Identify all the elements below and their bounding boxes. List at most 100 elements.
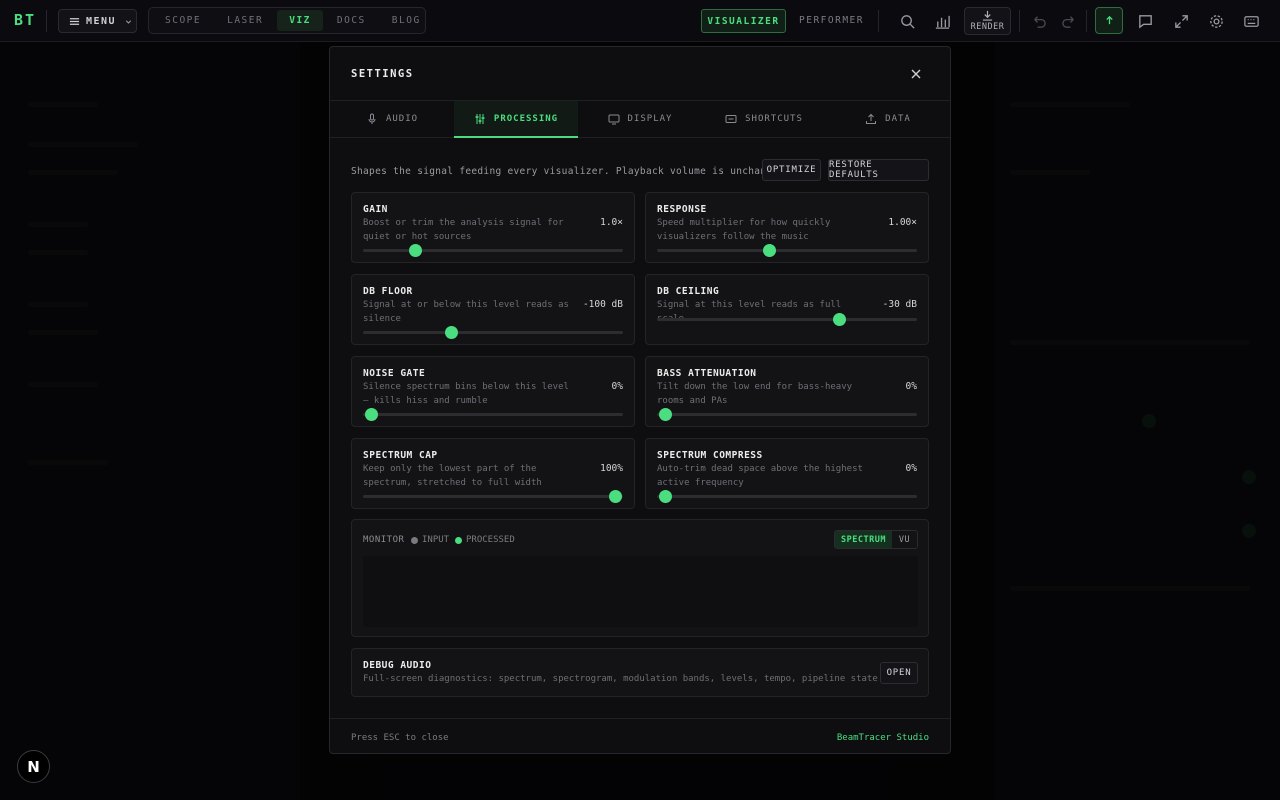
menu-button[interactable]: MENU — [58, 9, 137, 33]
redo-icon[interactable] — [1059, 11, 1079, 31]
control-value: 0% — [905, 381, 917, 392]
optimize-button[interactable]: OPTIMIZE — [762, 159, 821, 181]
upload-icon — [866, 113, 877, 124]
control-title: NOISE GATE — [363, 368, 426, 379]
tab-display[interactable]: DISPLAY — [578, 101, 702, 137]
settings-modal: SETTINGS AUDIO PROCESSING DISPLAY SHORTC… — [329, 46, 951, 754]
control-value: -30 dB — [882, 299, 917, 310]
control-title: DB FLOOR — [363, 286, 413, 297]
spectrum-cap-control: SPECTRUM CAP Keep only the lowest part o… — [351, 438, 635, 509]
modal-title: SETTINGS — [351, 68, 414, 80]
slider-thumb[interactable] — [833, 313, 846, 326]
debug-audio-panel: DEBUG AUDIO Full-screen diagnostics: spe… — [351, 648, 929, 697]
control-value: 0% — [611, 381, 623, 392]
monitor-icon — [608, 114, 620, 125]
response-control: RESPONSE Speed multiplier for how quickl… — [645, 192, 929, 263]
tab-label: SHORTCUTS — [745, 114, 803, 124]
db-floor-slider[interactable] — [363, 326, 623, 339]
divider — [1086, 10, 1087, 32]
legend-label: PROCESSED — [466, 535, 515, 545]
control-value: -100 dB — [582, 299, 623, 310]
spectrum-cap-slider[interactable] — [363, 490, 623, 503]
search-icon[interactable] — [897, 11, 917, 31]
download-icon — [982, 10, 993, 21]
control-value: 100% — [600, 463, 623, 474]
nav-laser[interactable]: LASER — [215, 10, 275, 31]
control-title: BASS ATTENUATION — [657, 368, 757, 379]
view-spectrum-button[interactable]: SPECTRUM — [835, 531, 892, 548]
spectrum-compress-slider[interactable] — [657, 490, 917, 503]
brand-link[interactable]: BeamTracer Studio — [837, 733, 929, 743]
gear-icon[interactable] — [1206, 11, 1226, 31]
tab-label: PROCESSING — [493, 113, 559, 124]
top-bar: BT MENU SCOPE LASER VIZ DOCS BLOG VISUAL… — [0, 0, 1280, 42]
intro-text: Shapes the signal feeding every visualiz… — [351, 166, 791, 177]
noise-gate-slider[interactable] — [363, 408, 623, 421]
slider-thumb[interactable] — [658, 490, 672, 503]
control-value: 1.0× — [600, 217, 623, 228]
publish-button[interactable] — [1095, 7, 1123, 34]
nav-docs[interactable]: DOCS — [325, 10, 378, 31]
control-description: Speed multiplier for how quickly visuali… — [657, 218, 831, 242]
debug-description: Full-screen diagnostics: spectrum, spect… — [363, 674, 878, 684]
view-vu-button[interactable]: VU — [892, 531, 917, 548]
nav-scope[interactable]: SCOPE — [153, 10, 213, 31]
esc-hint: Press ESC to close — [351, 733, 449, 743]
slider-thumb[interactable] — [658, 408, 672, 421]
control-description: Auto-trim dead space above the highest a… — [657, 464, 863, 488]
nav-blog[interactable]: BLOG — [380, 10, 433, 31]
legend-dot-icon — [455, 536, 462, 544]
tab-label: DATA — [885, 114, 911, 124]
n-badge-icon[interactable]: N — [17, 750, 50, 783]
slider-thumb[interactable] — [762, 244, 776, 257]
bass-attenuation-control: BASS ATTENUATION Tilt down the low end f… — [645, 356, 929, 427]
control-value: 0% — [905, 463, 917, 474]
spectrum-compress-control: SPECTRUM COMPRESS Auto-trim dead space a… — [645, 438, 929, 509]
control-title: DB CEILING — [657, 286, 720, 297]
control-description: Signal at or below this level reads as s… — [363, 300, 569, 324]
slider-thumb[interactable] — [409, 244, 422, 257]
db-ceiling-slider[interactable] — [657, 313, 917, 326]
control-description: Silence spectrum bins below this level —… — [363, 382, 569, 406]
undo-icon[interactable] — [1028, 11, 1048, 31]
expand-icon[interactable] — [1171, 11, 1191, 31]
bass-attenuation-slider[interactable] — [657, 408, 917, 421]
monitor-panel: MONITOR INPUT PROCESSED SPECTRUM VU — [351, 519, 929, 637]
tab-label: AUDIO — [385, 114, 419, 124]
gain-slider[interactable] — [363, 244, 623, 257]
nav-viz[interactable]: VIZ — [277, 10, 323, 31]
keyboard-icon[interactable] — [1241, 11, 1261, 31]
db-floor-control: DB FLOOR Signal at or below this level r… — [351, 274, 635, 345]
tab-processing[interactable]: PROCESSING — [454, 101, 578, 138]
mode-performer-button[interactable]: PERFORMER — [799, 15, 864, 26]
tab-data[interactable]: DATA — [826, 101, 950, 137]
keyboard-icon — [725, 115, 737, 123]
modal-footer: Press ESC to close BeamTracer Studio — [330, 718, 950, 753]
legend-input: INPUT — [411, 535, 449, 545]
db-ceiling-control: DB CEILING Signal at this level reads as… — [645, 274, 929, 345]
tab-shortcuts[interactable]: SHORTCUTS — [702, 101, 826, 137]
slider-thumb[interactable] — [364, 408, 378, 421]
bar-chart-icon[interactable] — [932, 11, 952, 31]
mode-visualizer-button[interactable]: VISUALIZER — [701, 9, 786, 33]
legend-label: INPUT — [422, 535, 450, 545]
divider — [1019, 10, 1020, 32]
tab-audio[interactable]: AUDIO — [330, 101, 454, 137]
debug-open-button[interactable]: OPEN — [880, 662, 918, 684]
chat-icon[interactable] — [1135, 11, 1155, 31]
control-value: 1.00× — [888, 217, 917, 228]
render-button[interactable]: RENDER — [964, 7, 1011, 35]
noise-gate-control: NOISE GATE Silence spectrum bins below t… — [351, 356, 635, 427]
slider-thumb[interactable] — [445, 326, 459, 339]
monitor-view-toggle: SPECTRUM VU — [834, 530, 918, 549]
monitor-canvas — [363, 556, 918, 627]
control-title: RESPONSE — [657, 204, 707, 215]
legend-dot-icon — [411, 536, 418, 544]
slider-thumb[interactable] — [609, 490, 623, 503]
divider — [46, 10, 47, 32]
restore-defaults-button[interactable]: RESTORE DEFAULTS — [828, 159, 929, 181]
app-logo[interactable]: BT — [14, 11, 36, 29]
control-description: Boost or trim the analysis signal for qu… — [363, 218, 564, 242]
close-button[interactable] — [908, 66, 924, 82]
response-slider[interactable] — [657, 244, 917, 257]
